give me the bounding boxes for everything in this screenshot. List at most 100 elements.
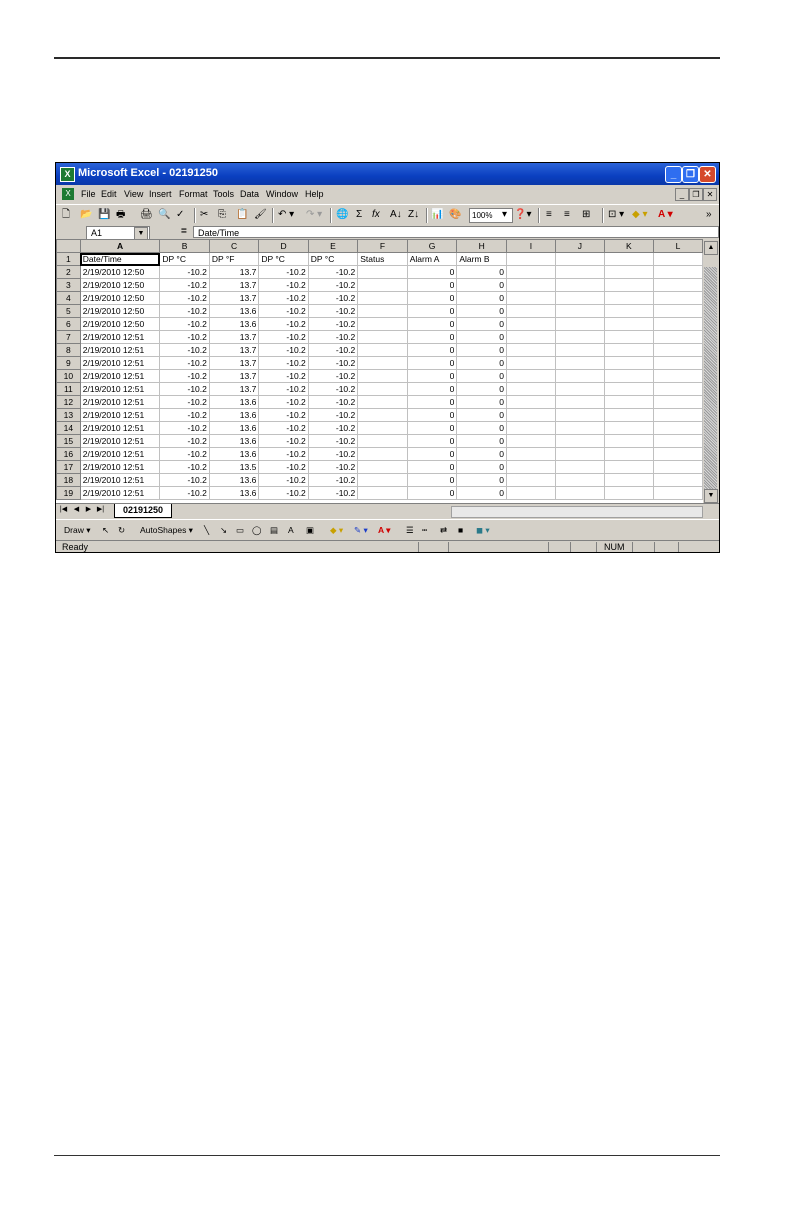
open-icon[interactable]: 📂 bbox=[80, 208, 92, 222]
cell[interactable]: DP °C bbox=[258, 252, 309, 266]
cell[interactable]: -10.2 bbox=[258, 473, 309, 487]
cell[interactable] bbox=[554, 421, 605, 435]
cell[interactable]: Alarm A bbox=[406, 252, 458, 266]
cell[interactable] bbox=[505, 447, 556, 461]
cell[interactable]: 0 bbox=[406, 460, 458, 474]
cell[interactable]: -10.2 bbox=[307, 278, 359, 292]
cell[interactable]: -10.2 bbox=[307, 343, 359, 357]
column-header[interactable]: E bbox=[307, 239, 359, 253]
cell[interactable] bbox=[357, 317, 408, 331]
cell[interactable]: Status bbox=[357, 252, 408, 266]
cell[interactable]: 0 bbox=[456, 330, 507, 344]
draw-menu-button[interactable]: Draw ▾ bbox=[64, 524, 90, 536]
cell[interactable] bbox=[652, 460, 703, 474]
cell[interactable]: DP °C bbox=[307, 252, 359, 266]
cell[interactable]: 13.6 bbox=[208, 408, 260, 422]
chart-wizard-icon[interactable]: 📊 bbox=[431, 208, 443, 222]
cell[interactable] bbox=[603, 369, 654, 383]
cell[interactable] bbox=[357, 343, 408, 357]
cell[interactable]: -10.2 bbox=[159, 343, 210, 357]
cell[interactable] bbox=[554, 486, 605, 500]
align-center-icon[interactable]: ≡ bbox=[564, 208, 570, 222]
cell[interactable]: 0 bbox=[456, 369, 507, 383]
new-icon[interactable]: 🗋 bbox=[62, 208, 70, 222]
cell[interactable]: 2/19/2010 12:50 bbox=[79, 317, 161, 331]
rotate-icon[interactable]: ↻ bbox=[118, 524, 125, 536]
cell[interactable] bbox=[505, 343, 556, 357]
cell[interactable] bbox=[505, 395, 556, 409]
row-header[interactable]: 19 bbox=[56, 486, 81, 500]
drawing-icon[interactable]: 🎨 bbox=[449, 208, 461, 222]
cell[interactable] bbox=[554, 369, 605, 383]
cell[interactable]: 0 bbox=[456, 343, 507, 357]
cell[interactable]: -10.2 bbox=[258, 486, 309, 500]
cell[interactable]: 0 bbox=[406, 317, 458, 331]
cell[interactable]: -10.2 bbox=[159, 486, 210, 500]
cell[interactable] bbox=[505, 252, 556, 266]
cell[interactable]: 0 bbox=[456, 434, 507, 448]
cell[interactable] bbox=[505, 369, 556, 383]
cell[interactable] bbox=[554, 408, 605, 422]
menu-edit[interactable]: Edit bbox=[101, 189, 117, 199]
cell[interactable]: 2/19/2010 12:51 bbox=[79, 421, 161, 435]
cell[interactable] bbox=[603, 317, 654, 331]
cell[interactable] bbox=[652, 265, 703, 279]
column-header[interactable]: A bbox=[79, 239, 161, 253]
cell[interactable]: 2/19/2010 12:51 bbox=[79, 486, 161, 500]
cell[interactable]: 0 bbox=[456, 291, 507, 305]
font-color-icon[interactable]: A ▾ bbox=[658, 208, 673, 222]
row-header[interactable]: 2 bbox=[56, 265, 81, 279]
cell[interactable]: 0 bbox=[406, 447, 458, 461]
formula-input[interactable]: Date/Time bbox=[193, 226, 719, 238]
borders-icon[interactable]: ⊡ ▾ bbox=[608, 208, 624, 222]
column-header[interactable]: G bbox=[406, 239, 458, 253]
cell[interactable]: 2/19/2010 12:50 bbox=[79, 265, 161, 279]
undo-icon[interactable]: ↶ ▾ bbox=[278, 208, 294, 222]
cell[interactable] bbox=[603, 304, 654, 318]
cell[interactable] bbox=[603, 278, 654, 292]
cell[interactable] bbox=[554, 460, 605, 474]
sort-descending-icon[interactable]: Z↓ bbox=[408, 208, 419, 222]
cell[interactable]: -10.2 bbox=[307, 460, 359, 474]
cell[interactable] bbox=[603, 291, 654, 305]
cell[interactable]: 0 bbox=[456, 317, 507, 331]
cell[interactable]: -10.2 bbox=[307, 434, 359, 448]
row-header[interactable]: 10 bbox=[56, 369, 81, 383]
cell[interactable]: Alarm B bbox=[456, 252, 507, 266]
workbook-restore-button[interactable]: ❐ bbox=[689, 188, 703, 201]
cell[interactable]: 13.6 bbox=[208, 421, 260, 435]
cell[interactable] bbox=[505, 291, 556, 305]
cell[interactable] bbox=[603, 343, 654, 357]
cell[interactable]: 2/19/2010 12:51 bbox=[79, 473, 161, 487]
cell[interactable]: 2/19/2010 12:51 bbox=[79, 343, 161, 357]
cell[interactable]: 0 bbox=[456, 408, 507, 422]
cell[interactable]: 2/19/2010 12:50 bbox=[79, 291, 161, 305]
cell[interactable]: -10.2 bbox=[307, 473, 359, 487]
cell[interactable]: 0 bbox=[406, 486, 458, 500]
cell[interactable]: 2/19/2010 12:51 bbox=[79, 460, 161, 474]
cell[interactable]: 2/19/2010 12:51 bbox=[79, 395, 161, 409]
cell[interactable] bbox=[652, 343, 703, 357]
menu-tools[interactable]: Tools bbox=[213, 189, 234, 199]
cell[interactable] bbox=[357, 265, 408, 279]
cell[interactable] bbox=[357, 408, 408, 422]
cell[interactable]: 0 bbox=[456, 447, 507, 461]
cell[interactable] bbox=[603, 382, 654, 396]
cell[interactable]: 13.7 bbox=[208, 291, 260, 305]
row-header[interactable]: 7 bbox=[56, 330, 81, 344]
row-header[interactable]: 13 bbox=[56, 408, 81, 422]
cell[interactable] bbox=[652, 395, 703, 409]
cell[interactable] bbox=[554, 447, 605, 461]
cell[interactable]: -10.2 bbox=[307, 317, 359, 331]
cell[interactable]: -10.2 bbox=[159, 434, 210, 448]
cell[interactable]: 13.7 bbox=[208, 356, 260, 370]
spelling-icon[interactable]: ✓ bbox=[176, 208, 184, 222]
cell[interactable]: -10.2 bbox=[258, 291, 309, 305]
cell[interactable] bbox=[357, 460, 408, 474]
cell[interactable]: -10.2 bbox=[258, 330, 309, 344]
cell[interactable]: 0 bbox=[456, 421, 507, 435]
cell[interactable] bbox=[554, 278, 605, 292]
cell[interactable] bbox=[603, 434, 654, 448]
cell[interactable]: -10.2 bbox=[307, 304, 359, 318]
row-header[interactable]: 4 bbox=[56, 291, 81, 305]
